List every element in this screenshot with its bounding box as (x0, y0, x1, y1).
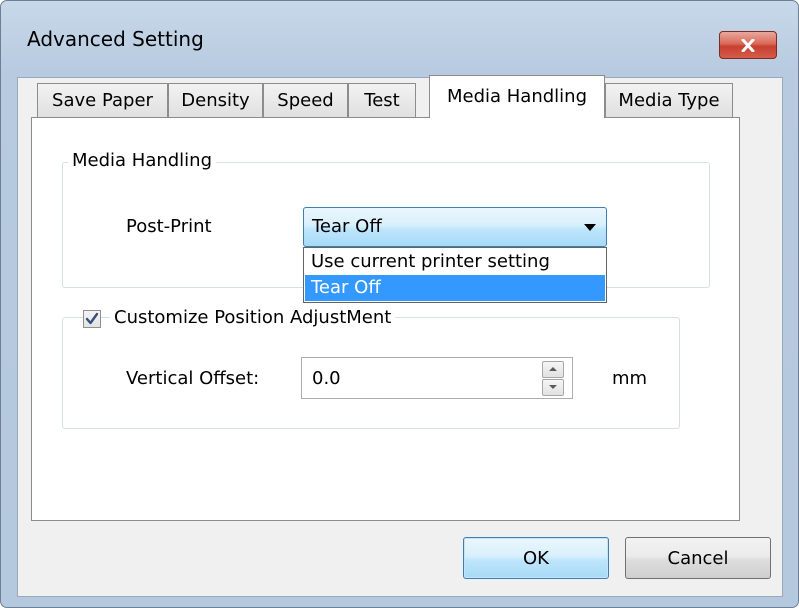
window-title: Advanced Setting (27, 27, 204, 51)
post-print-label: Post-Print (126, 216, 212, 237)
dropdown-option-use-current[interactable]: Use current printer setting (305, 249, 605, 275)
post-print-combobox[interactable]: Tear Off (303, 207, 607, 247)
post-print-dropdown-list: Use current printer setting Tear Off (303, 247, 607, 303)
tab-test[interactable]: Test (348, 83, 416, 117)
customize-position-checkbox[interactable] (83, 310, 101, 328)
checkmark-icon (85, 312, 99, 325)
dropdown-option-tear-off[interactable]: Tear Off (305, 275, 605, 301)
media-handling-legend: Media Handling (68, 150, 217, 171)
tab-density[interactable]: Density (168, 83, 263, 117)
chevron-down-icon[interactable] (584, 224, 596, 231)
tab-media-type[interactable]: Media Type (605, 83, 733, 117)
cancel-button[interactable]: Cancel (625, 537, 771, 579)
post-print-value: Tear Off (312, 216, 382, 237)
arrow-up-icon (549, 367, 557, 371)
close-icon (741, 38, 755, 52)
tab-save-paper[interactable]: Save Paper (37, 83, 168, 117)
media-handling-page: Media Handling Post-Print Customize Posi… (31, 117, 740, 521)
tab-media-handling[interactable]: Media Handling (429, 75, 605, 118)
vertical-offset-label: Vertical Offset: (126, 368, 260, 389)
unit-label: mm (612, 368, 648, 389)
tab-speed[interactable]: Speed (263, 83, 348, 117)
spin-up-button[interactable] (542, 361, 564, 378)
vertical-offset-input[interactable]: 0.0 (301, 357, 573, 399)
close-button[interactable] (719, 31, 777, 59)
customize-position-label[interactable]: Customize Position AdjustMent (110, 307, 396, 328)
vertical-offset-value: 0.0 (312, 368, 341, 389)
dialog-window: Advanced Setting Save Paper Density Spee… (0, 0, 799, 608)
spin-down-button[interactable] (542, 379, 564, 396)
arrow-down-icon (549, 385, 557, 389)
ok-button[interactable]: OK (463, 537, 609, 579)
